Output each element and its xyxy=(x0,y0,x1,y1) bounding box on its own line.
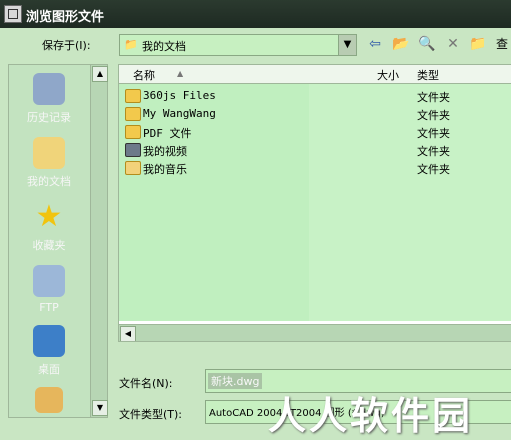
sort-arrow-icon: ▲ xyxy=(177,69,184,78)
place-favorites[interactable]: ★ 收藏夹 xyxy=(9,201,89,253)
column-name[interactable]: 名称 xyxy=(133,67,155,83)
scroll-left-icon[interactable]: ◀ xyxy=(120,326,136,341)
list-item[interactable]: 我的音乐 文件夹 xyxy=(119,159,511,176)
places-sidebar: 历史记录 我的文档 ★ 收藏夹 FTP 桌面 ▲ ▼ xyxy=(8,64,108,418)
list-horizontal-scrollbar[interactable]: ◀ xyxy=(119,324,511,341)
column-type[interactable]: 类型 xyxy=(417,67,439,83)
place-label: 我的文档 xyxy=(27,175,71,188)
folder-icon: 📁 xyxy=(124,38,138,51)
save-in-label: 保存于(I): xyxy=(42,39,91,52)
file-name: PDF 文件 xyxy=(143,127,192,140)
desktop-icon xyxy=(33,325,65,357)
window-title: 浏览图形文件 xyxy=(26,10,105,25)
folder-icon xyxy=(125,107,141,121)
place-label: 桌面 xyxy=(38,363,60,376)
file-name: 我的音乐 xyxy=(143,163,187,176)
file-name-label: 文件名(N): xyxy=(119,377,173,390)
ftp-icon xyxy=(33,265,65,297)
place-more[interactable] xyxy=(9,387,89,417)
delete-icon[interactable]: ✕ xyxy=(443,35,463,53)
list-header: 名称 ▲ 大小 类型 xyxy=(119,65,511,84)
app-icon xyxy=(4,5,22,23)
save-in-dropdown[interactable]: 📁 我的文档 ▼ xyxy=(119,34,357,56)
column-size[interactable]: 大小 xyxy=(377,67,399,83)
file-type-label: 文件类型(T): xyxy=(119,408,183,421)
new-folder-icon[interactable]: 📁 xyxy=(468,35,488,53)
place-ftp[interactable]: FTP xyxy=(9,265,89,314)
file-type: 文件夹 xyxy=(417,91,450,104)
video-folder-icon xyxy=(125,143,141,157)
title-bar: 浏览图形文件 xyxy=(0,0,511,28)
folder-icon xyxy=(125,89,141,103)
list-item[interactable]: My WangWang 文件夹 xyxy=(119,105,511,122)
place-desktop[interactable]: 桌面 xyxy=(9,325,89,377)
up-folder-icon[interactable]: 📂 xyxy=(391,35,411,53)
file-name-value: 新块.dwg xyxy=(208,373,263,389)
place-label: 收藏夹 xyxy=(32,239,66,252)
back-arrow-icon[interactable]: ⇦ xyxy=(365,35,385,53)
place-my-documents[interactable]: 我的文档 xyxy=(9,137,89,189)
file-type: 文件夹 xyxy=(417,127,450,140)
scroll-down-icon[interactable]: ▼ xyxy=(92,400,108,416)
chevron-down-icon[interactable]: ▼ xyxy=(338,35,356,55)
search-web-icon[interactable]: 🔍 xyxy=(417,35,437,53)
file-list[interactable]: 名称 ▲ 大小 类型 360js Files 文件夹 My WangWang 文… xyxy=(118,64,511,342)
my-documents-icon xyxy=(33,137,65,169)
places-scrollbar[interactable]: ▲ ▼ xyxy=(90,65,108,417)
folder-icon xyxy=(35,387,63,413)
file-type: 文件夹 xyxy=(417,163,450,176)
view-menu-button[interactable]: 查 xyxy=(492,35,511,53)
file-type: 文件夹 xyxy=(417,145,450,158)
place-label: 历史记录 xyxy=(27,111,71,124)
place-history[interactable]: 历史记录 xyxy=(9,73,89,125)
history-icon xyxy=(33,73,65,105)
file-name: 我的视频 xyxy=(143,145,187,158)
list-item[interactable]: 我的视频 文件夹 xyxy=(119,141,511,158)
save-in-value: 我的文档 xyxy=(142,40,186,53)
watermark-logo: 人人软件园 xyxy=(268,394,474,438)
file-name: 360js Files xyxy=(143,89,216,102)
file-type: 文件夹 xyxy=(417,109,450,122)
favorites-icon: ★ xyxy=(35,199,63,234)
folder-icon xyxy=(125,125,141,139)
place-label: FTP xyxy=(39,301,59,314)
music-folder-icon xyxy=(125,161,141,175)
list-item[interactable]: 360js Files 文件夹 xyxy=(119,87,511,104)
list-item[interactable]: PDF 文件 文件夹 xyxy=(119,123,511,140)
scroll-up-icon[interactable]: ▲ xyxy=(92,66,108,82)
file-name: My WangWang xyxy=(143,107,216,120)
